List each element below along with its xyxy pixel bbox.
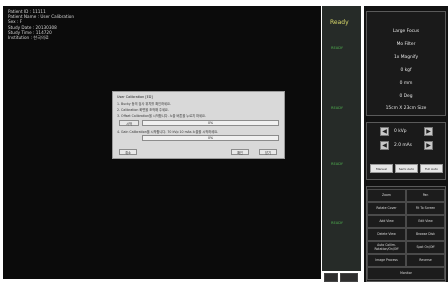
browse-disk-button[interactable]: Browse Disk	[406, 228, 445, 241]
mas-decrease-icon[interactable]: ◀	[380, 141, 389, 150]
mas-increase-icon[interactable]: ▶	[424, 141, 433, 150]
calibration-step-1: 1. Bucky 등의 검사 위치를 확인하세요.	[117, 102, 171, 106]
semi-auto-mode-button[interactable]: Semi Auto	[395, 164, 418, 173]
force-label: 0 kgf	[400, 68, 412, 73]
pan-button[interactable]: Pan	[406, 189, 445, 202]
angle-label: 0 Deg	[399, 94, 413, 99]
spot-toggle-button[interactable]: Spot On/Off	[406, 241, 445, 254]
ok-button[interactable]: 확인	[231, 149, 249, 155]
status-label: READY	[331, 106, 343, 110]
focus-label: Large Focus	[392, 29, 420, 34]
calibration-step-4: 4. Gain Calibration을 시작합니다. 70 kVp 10 mA…	[117, 130, 219, 134]
delete-view-button[interactable]: Delete View	[367, 228, 406, 241]
add-view-button[interactable]: Add View	[367, 215, 406, 228]
image-process-button[interactable]: Image Process	[367, 254, 406, 267]
status-label: READY	[331, 46, 343, 50]
cancel-button[interactable]: 취소	[119, 149, 137, 155]
dialog-title: User Calibration [ED]	[117, 95, 153, 99]
manual-mode-button[interactable]: Manual	[370, 164, 393, 173]
zoom-button[interactable]: Zoom	[367, 189, 406, 202]
gain-progress-bar: 0%	[142, 135, 279, 141]
rotate-cover-button[interactable]: Rotate Cover	[367, 202, 406, 215]
kvp-value: 0 kVp	[394, 129, 407, 134]
full-auto-mode-button[interactable]: Full Auto	[420, 164, 443, 173]
bottom-button-left[interactable]	[324, 273, 338, 282]
offset-start-button[interactable]: 시작	[119, 120, 139, 126]
kvp-decrease-icon[interactable]: ◀	[380, 127, 389, 136]
offset-progress-bar: 0%	[142, 120, 279, 126]
calibration-dialog: User Calibration [ED] 1. Bucky 등의 검사 위치를…	[112, 91, 285, 159]
monitor-button[interactable]: Monitor	[367, 267, 445, 280]
auto-collimation-button[interactable]: Auto Collim. Rotation/On/Off	[367, 241, 406, 254]
workstation-screen: Patient ID : 11111 Patient Name : User C…	[0, 0, 448, 282]
mas-value: 2.0 mAs	[394, 143, 412, 148]
close-button[interactable]: 닫기	[259, 149, 277, 155]
status-label: READY	[331, 221, 343, 225]
kvp-increase-icon[interactable]: ▶	[424, 127, 433, 136]
fit-to-screen-button[interactable]: Fit To Screen	[406, 202, 445, 215]
size-label: 15cm X 23cm Size	[385, 106, 427, 111]
institution: Institution : 한국의료	[8, 35, 49, 41]
magnify-label: 1x Magnify	[393, 55, 419, 60]
status-label: READY	[331, 162, 343, 166]
patient-info: Patient ID : 11111 Patient Name : User C…	[8, 9, 74, 40]
bottom-button-right[interactable]	[340, 273, 358, 282]
edit-view-button[interactable]: Edit View	[406, 215, 445, 228]
reverse-button[interactable]: Reverse	[406, 254, 445, 267]
exposure-info-box	[366, 11, 446, 116]
ready-status: Ready	[330, 19, 349, 26]
calibration-step-3: 3. Offset Calibration을 시작합니다. 노출 버튼을 누르지…	[117, 114, 206, 118]
calibration-step-2: 2. Calibration 화면을 조작해 주세요.	[117, 108, 169, 112]
thickness-label: 0 mm	[399, 81, 413, 86]
filter-label: Mo Filter	[396, 42, 416, 47]
